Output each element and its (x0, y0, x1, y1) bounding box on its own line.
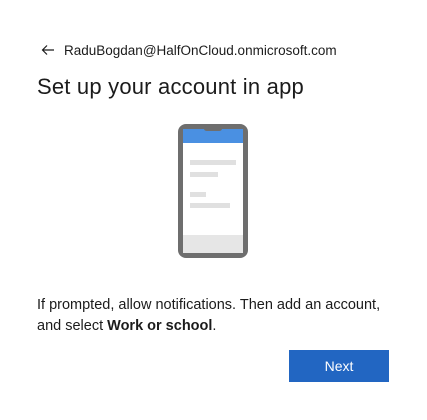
next-button[interactable]: Next (289, 350, 389, 382)
identity-banner: RaduBogdan@HalfOnCloud.onmicrosoft.com (41, 41, 337, 59)
account-email: RaduBogdan@HalfOnCloud.onmicrosoft.com (64, 42, 337, 58)
back-arrow-icon[interactable] (41, 43, 55, 57)
instructions-text-end: . (212, 318, 217, 334)
instructions-text: If prompted, allow notifications. Then a… (37, 295, 397, 337)
phone-illustration (174, 122, 252, 260)
page-title: Set up your account in app (37, 74, 304, 99)
work-or-school-emphasis: Work or school (107, 318, 213, 334)
